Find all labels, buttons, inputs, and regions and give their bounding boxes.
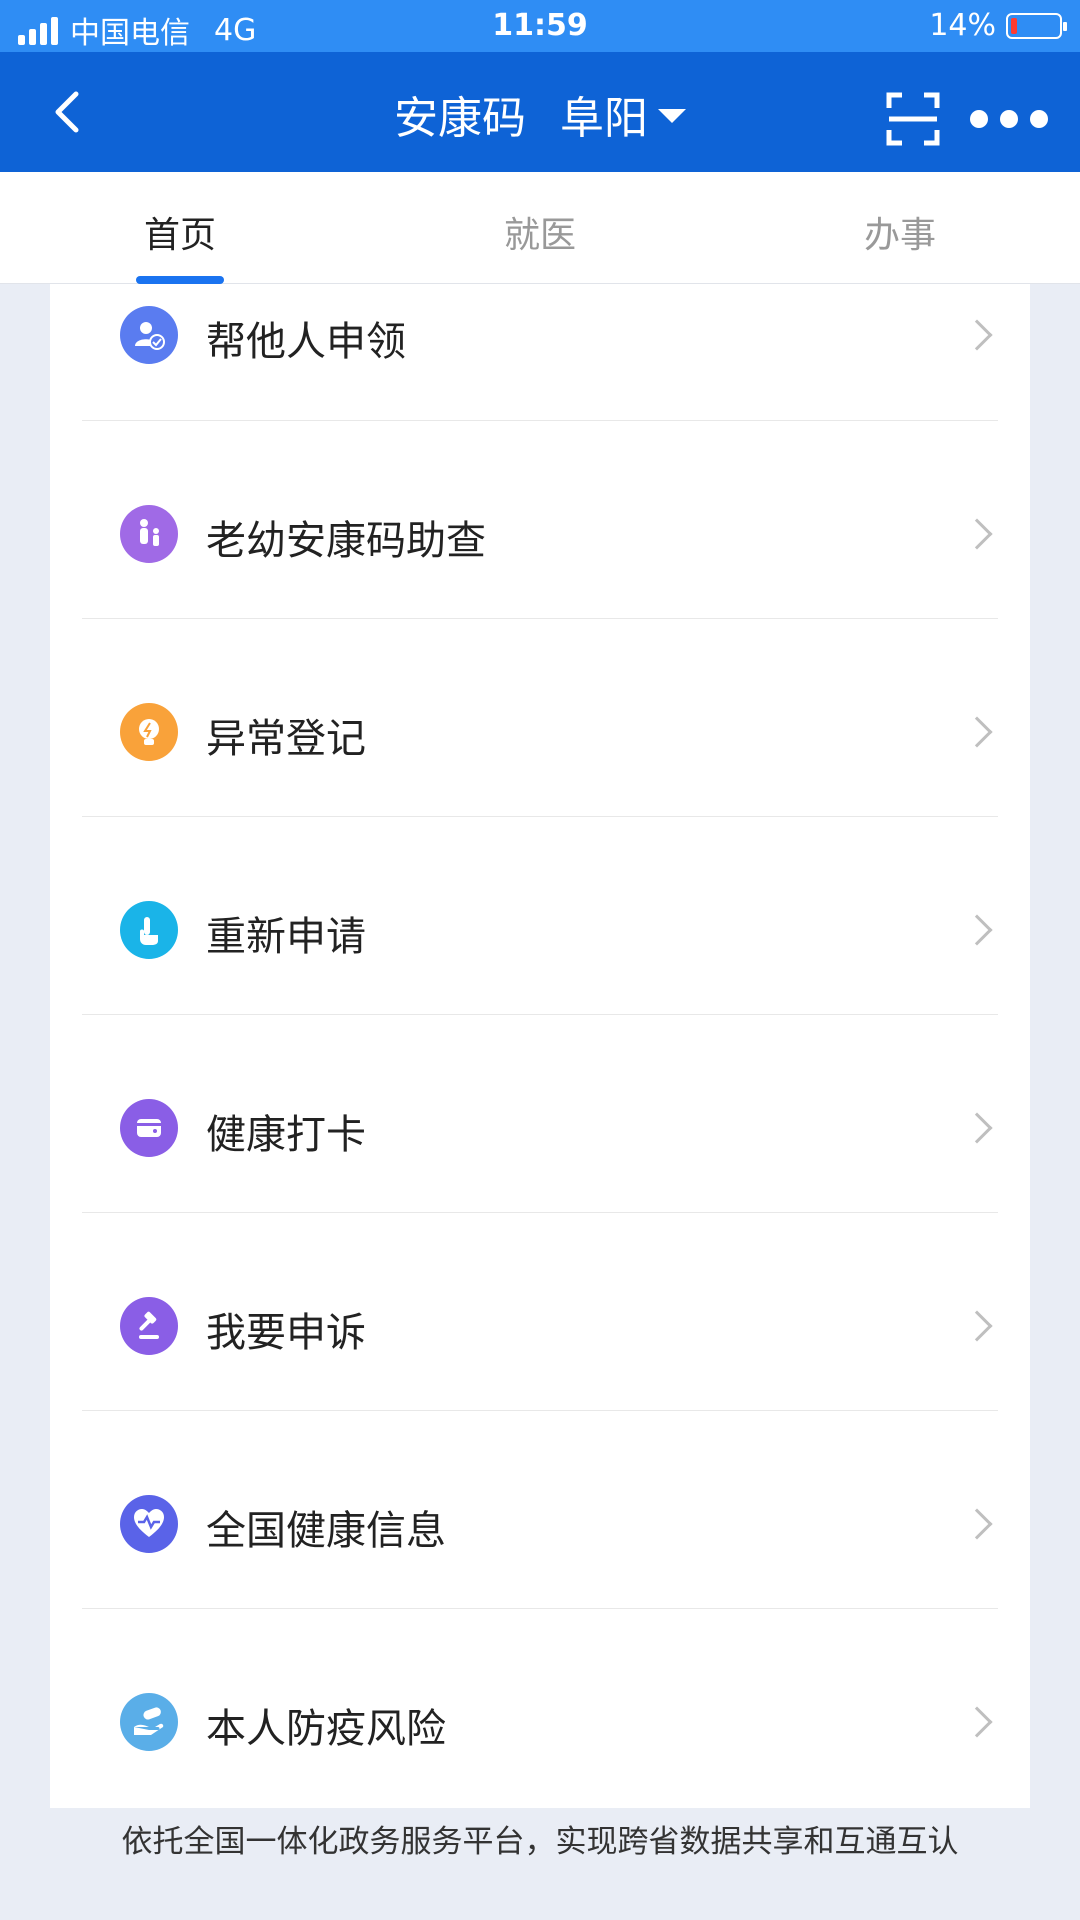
battery-icon	[1006, 12, 1067, 39]
chevron-right-icon	[961, 1112, 993, 1144]
tab-home[interactable]: 首页	[144, 206, 216, 258]
tab-indicator	[136, 276, 224, 284]
list-item-help-others[interactable]: 帮他人申领	[50, 284, 1030, 421]
list-item-label: 老幼安康码助查	[206, 518, 486, 564]
list-item-personal-risk[interactable]: 本人防疫风险	[50, 1609, 1030, 1807]
list-item-anomaly-register[interactable]: 异常登记	[50, 619, 1030, 817]
list-item-label: 帮他人申领	[206, 319, 406, 365]
list-item-elder-child-check[interactable]: 老幼安康码助查	[50, 421, 1030, 619]
list-item-reapply[interactable]: 重新申请	[50, 817, 1030, 1015]
clock: 11:59	[492, 8, 588, 43]
wallet-icon	[120, 1099, 178, 1157]
lightbulb-icon	[120, 703, 178, 761]
tab-medical[interactable]: 就医	[504, 206, 576, 258]
caret-down-icon	[658, 109, 686, 123]
family-icon	[120, 505, 178, 563]
list-item-label: 全国健康信息	[206, 1508, 446, 1554]
more-icon[interactable]	[970, 110, 1048, 128]
nav-bar: 安康码 阜阳	[0, 52, 1080, 172]
city-label: 阜阳	[560, 93, 648, 144]
chevron-right-icon	[961, 1706, 993, 1738]
chevron-right-icon	[961, 1508, 993, 1540]
list-item-label: 本人防疫风险	[206, 1706, 446, 1752]
battery-percent: 14%	[929, 8, 996, 43]
chevron-right-icon	[961, 319, 993, 351]
service-list: 帮他人申领 老幼安康码助查 异常登记 重新申请 健康打卡 我要申诉 全国健康信息…	[50, 284, 1030, 1808]
tab-bar: 首页 就医 办事	[0, 172, 1080, 284]
status-bar: 中国电信 4G 11:59 14%	[0, 0, 1080, 52]
tap-hand-icon	[120, 901, 178, 959]
list-item-national-health-info[interactable]: 全国健康信息	[50, 1411, 1030, 1609]
chevron-right-icon	[961, 716, 993, 748]
list-item-label: 健康打卡	[206, 1112, 366, 1158]
page-title: 安康码	[394, 93, 526, 144]
chevron-right-icon	[961, 914, 993, 946]
scan-icon[interactable]	[886, 92, 940, 146]
list-item-appeal[interactable]: 我要申诉	[50, 1213, 1030, 1411]
list-item-label: 异常登记	[206, 716, 366, 762]
gavel-icon	[120, 1297, 178, 1355]
city-selector[interactable]: 阜阳	[560, 82, 686, 146]
user-check-icon	[120, 306, 178, 364]
heart-pulse-icon	[120, 1495, 178, 1553]
battery-level	[1011, 17, 1017, 34]
chevron-right-icon	[961, 518, 993, 550]
status-right: 14%	[929, 8, 1067, 43]
tab-services[interactable]: 办事	[864, 206, 936, 258]
list-item-label: 我要申诉	[206, 1310, 366, 1356]
hand-capsule-icon	[120, 1693, 178, 1751]
list-item-label: 重新申请	[206, 914, 366, 960]
chevron-right-icon	[961, 1310, 993, 1342]
footer-note: 依托全国一体化政务服务平台，实现跨省数据共享和互通互认	[121, 1824, 959, 1860]
list-item-health-checkin[interactable]: 健康打卡	[50, 1015, 1030, 1213]
